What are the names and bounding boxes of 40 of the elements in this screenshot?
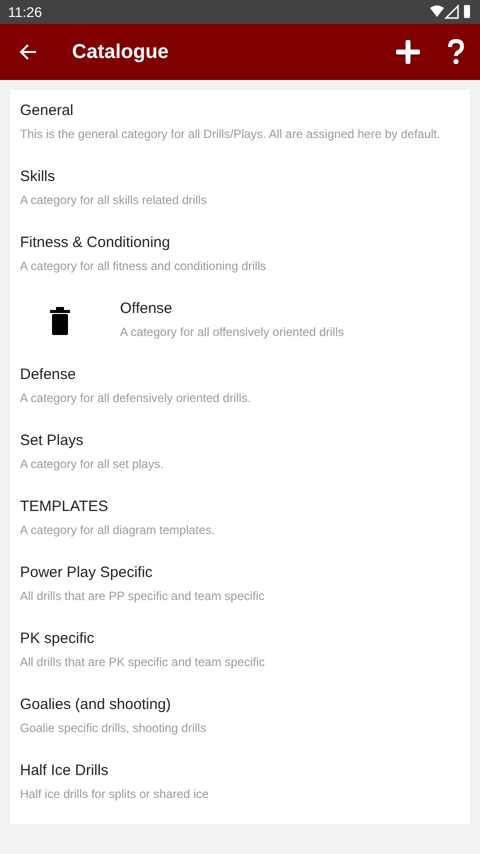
category-name: Half Ice Drills [20,761,110,781]
category-name: Goalies (and shooting) [20,695,172,715]
category-item[interactable]: Set Plays A category for all set plays. [10,420,470,486]
category-name: PK specific [20,629,96,649]
trash-icon[interactable] [50,307,70,335]
category-name: TEMPLATES [20,497,110,517]
category-item[interactable]: Defense A category for all defensively oriented drills. [10,354,470,420]
category-description: All drills that are PP specific and team specific [20,588,266,604]
category-item[interactable]: TEMPLATES A category for all diagram templates. [10,486,470,552]
category-description: This is the general category for all Drills/Plays. All are assigned here by default. [20,126,442,142]
category-item[interactable]: Goalies (and shooting) Goalie specific drills, shooting drills [10,684,470,750]
category-description: A category for all offensively oriented drills [120,324,345,340]
category-item[interactable]: General This is the general category for all Drills/Plays. All are assigned here by default. [10,90,470,156]
category-name: Fitness & Conditioning [20,233,172,253]
plus-icon [396,40,420,64]
category-name: Defense [20,365,77,385]
category-name: General [20,101,74,121]
category-description: All drills that are PK specific and team specific [20,654,266,670]
category-item[interactable]: Half Ice Drills Half ice drills for splits or shared ice [10,750,470,816]
category-item[interactable]: Offense A category for all offensively oriented drills [110,288,470,354]
category-description: A category for all skills related drills [20,192,208,208]
category-description: Half ice drills for splits or shared ice [20,786,210,802]
status-icons [430,4,472,20]
category-name: Offense [120,299,174,319]
category-name: Skills [20,167,56,187]
category-item[interactable]: Fitness & Conditioning A category for all fitness and conditioning drills [10,222,470,288]
category-description: Goalie specific drills, shooting drills [20,720,208,736]
category-description: A category for all set plays. [20,456,164,472]
back-icon [19,43,37,61]
category-item[interactable]: Power Play Specific All drills that are PP specific and team specific [10,552,470,618]
category-description: A category for all defensively oriented drills. [20,390,252,406]
category-name: Set Plays [20,431,84,451]
status-time: 11:26 [8,2,42,22]
app-bar-title: Catalogue [72,40,170,65]
category-item[interactable]: Skills A category for all skills related drills [10,156,470,222]
category-name: Power Play Specific [20,563,154,583]
category-description: A category for all fitness and conditioning drills [20,258,268,274]
category-item[interactable]: PK specific All drills that are PK specific and team specific [10,618,470,684]
help-icon [447,39,465,65]
category-description: A category for all diagram templates. [20,522,216,538]
